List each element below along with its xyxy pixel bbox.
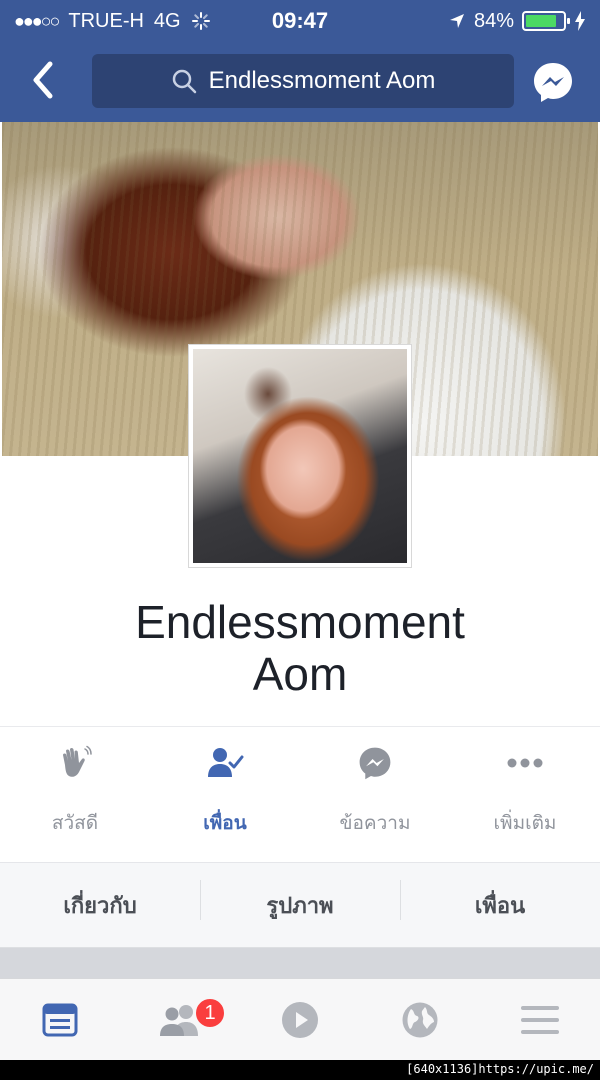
tab-friends[interactable]: เพื่อน (400, 879, 600, 923)
section-separator (0, 948, 600, 978)
friends-button[interactable]: เพื่อน (150, 744, 300, 844)
friends-button-label: เพื่อน (203, 812, 247, 834)
profile-picture[interactable] (188, 344, 412, 568)
profile-picture-image (193, 349, 407, 563)
tab-photos[interactable]: รูปภาพ (200, 879, 400, 923)
more-dots-icon (507, 758, 543, 768)
bottom-tab-news-feed[interactable] (0, 979, 120, 1060)
profile-screen: ●●●○○ TRUE-H 4G 09:47 84% Endlessmoment … (0, 0, 600, 1060)
status-bar: ●●●○○ TRUE-H 4G 09:47 84% (0, 0, 600, 42)
profile-tabs: เกี่ยวกับ รูปภาพ เพื่อน (0, 862, 600, 948)
profile-actions: สวัสดี เพื่อน ข้อความ เพิ่มเติม (0, 744, 600, 844)
friend-requests-badge: 1 (194, 997, 226, 1029)
menu-icon (521, 1005, 559, 1034)
messenger-icon (359, 747, 391, 780)
message-button[interactable]: ข้อความ (300, 744, 450, 844)
search-text: Endlessmoment Aom (208, 67, 436, 94)
navigation-row: Endlessmoment Aom (0, 52, 600, 110)
image-host-footer: [640x1136]https://upic.me/ (406, 1062, 594, 1076)
messenger-icon (534, 63, 572, 102)
search-field[interactable]: Endlessmoment Aom (92, 54, 514, 108)
globe-icon (402, 1002, 438, 1037)
battery-fill (526, 15, 557, 27)
status-time: 09:47 (271, 8, 329, 33)
back-chevron-icon (33, 61, 53, 99)
back-button[interactable] (24, 60, 64, 100)
more-button[interactable]: เพิ่มเติม (450, 744, 600, 844)
search-icon (172, 69, 196, 94)
profile-name-line1: Endlessmoment (135, 596, 465, 648)
news-feed-icon (42, 1003, 78, 1036)
wave-button-label: สวัสดี (51, 812, 99, 834)
top-bar: ●●●○○ TRUE-H 4G 09:47 84% Endlessmoment … (0, 0, 600, 122)
profile-name: Endlessmoment Aom (0, 596, 600, 700)
video-icon (282, 1001, 318, 1038)
tab-about[interactable]: เกี่ยวกับ (0, 888, 200, 923)
bottom-tab-friend-requests[interactable]: 1 (120, 979, 240, 1060)
wave-button[interactable]: สวัสดี (0, 744, 150, 844)
message-button-label: ข้อความ (339, 812, 411, 834)
bottom-tab-notifications[interactable] (360, 979, 480, 1060)
friend-check-icon (208, 748, 244, 777)
profile-name-line2: Aom (252, 648, 348, 700)
bottom-tab-bar: 1 (0, 978, 600, 1060)
divider (0, 726, 600, 727)
bottom-tab-menu[interactable] (480, 979, 600, 1060)
more-button-label: เพิ่มเติม (493, 812, 557, 834)
wave-hand-icon (63, 745, 92, 777)
bottom-tab-video[interactable] (240, 979, 360, 1060)
messenger-button[interactable] (532, 61, 574, 103)
battery-icon (522, 11, 570, 31)
